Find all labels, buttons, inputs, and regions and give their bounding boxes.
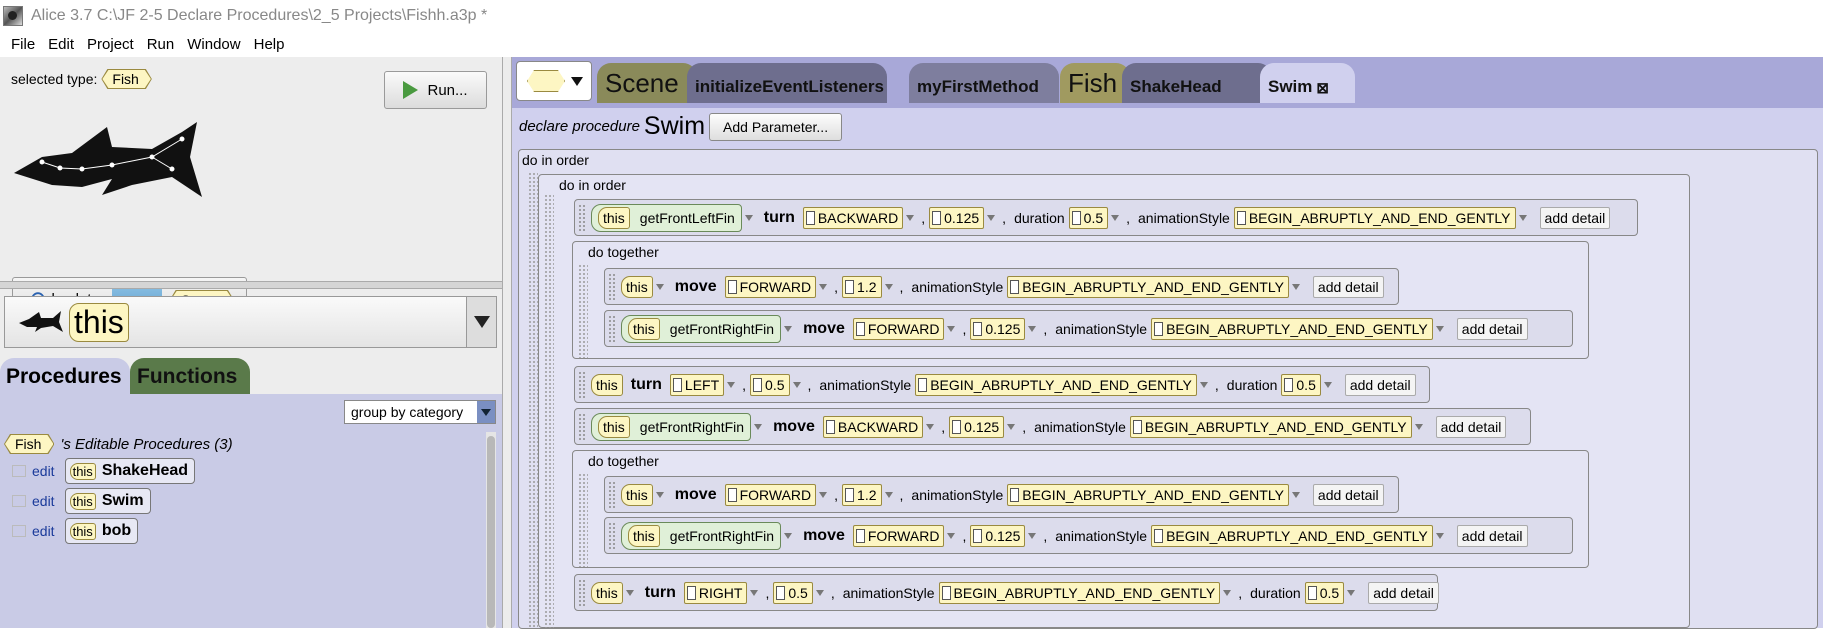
procedure-tile-swim[interactable]: this Swim: [64, 488, 151, 514]
tab-scene[interactable]: Scene: [597, 63, 697, 103]
procedure-editor: do in order do in order this getFrontLeft…: [512, 108, 1823, 629]
title-bar: Alice 3.7 C:\JF 2-5 Declare Procedures\2…: [0, 0, 1823, 31]
do-in-order-label: do in order: [522, 152, 589, 168]
do-together-label: do together: [588, 453, 659, 469]
menu-file[interactable]: File: [11, 36, 35, 53]
add-detail-button[interactable]: add detail: [1456, 317, 1528, 340]
statement-move-right-fin[interactable]: this getFrontRightFin move FORWARD, 0.125…: [604, 310, 1573, 347]
group-by-select[interactable]: group by category: [344, 400, 496, 424]
add-detail-button[interactable]: add detail: [1539, 206, 1611, 229]
add-detail-button[interactable]: add detail: [1344, 373, 1416, 396]
tab-functions[interactable]: Functions: [130, 358, 250, 394]
editable-type-tag: Fish: [5, 435, 53, 453]
add-detail-button[interactable]: add detail: [1368, 581, 1439, 604]
selected-type-label: selected type:: [11, 71, 98, 87]
statement-move-right-fin-backward[interactable]: this getFrontRightFin move BACKWARD, 0.12…: [574, 408, 1531, 445]
procedure-name: Swim: [643, 112, 706, 140]
statement-move-right-fin[interactable]: this getFrontRightFin move FORWARD, 0.125…: [604, 517, 1573, 554]
tab-fish[interactable]: Fish: [1060, 63, 1130, 103]
dropdown-arrow-icon: [571, 76, 583, 86]
splitter-horizontal[interactable]: [0, 281, 502, 289]
procedure-tile-shakehead[interactable]: this ShakeHead: [64, 458, 196, 484]
editable-procedures-header: Fish 's Editable Procedures (3): [4, 434, 233, 454]
declare-procedure-label: declare procedure: [519, 118, 640, 135]
procedure-row: edit this ShakeHead: [12, 458, 196, 484]
add-detail-button[interactable]: add detail: [1312, 483, 1384, 506]
selected-type: selected type: Fish: [11, 69, 152, 89]
statement-turn-right[interactable]: this turn RIGHT, 0.5, animationStyle BEG…: [574, 574, 1439, 611]
folder-icon: [12, 525, 26, 537]
splitter-vertical[interactable]: [502, 57, 512, 628]
menu-run[interactable]: Run: [147, 36, 175, 53]
run-label: Run...: [427, 81, 468, 99]
tab-initialize-event-listeners[interactable]: initializeEventListeners: [687, 63, 887, 103]
shark-icon: [19, 311, 63, 332]
add-detail-button[interactable]: add detail: [1435, 415, 1507, 438]
editable-header-text: 's Editable Procedures (3): [60, 435, 233, 453]
add-parameter-button[interactable]: Add Parameter...: [709, 112, 843, 141]
instance-dropdown-arrow[interactable]: [466, 297, 496, 347]
statement-turn-left[interactable]: this turn LEFT, 0.5, animationStyle BEGI…: [574, 366, 1430, 403]
type-hex-icon: [527, 70, 565, 92]
do-together-label: do together: [588, 244, 659, 260]
alice-app-icon: [3, 5, 23, 26]
menu-window[interactable]: Window: [187, 36, 240, 53]
statement-turn-left-fin[interactable]: this getFrontLeftFin turn BACKWARD, 0.125…: [574, 199, 1638, 236]
close-icon[interactable]: ⊠: [1316, 79, 1329, 97]
procedure-row: edit this Swim: [12, 488, 151, 514]
instance-selector[interactable]: this: [4, 296, 497, 348]
palette-tabs: Procedures Functions: [0, 358, 502, 394]
edit-link[interactable]: edit: [32, 493, 55, 509]
menu-help[interactable]: Help: [254, 36, 285, 53]
tab-shakehead[interactable]: ShakeHead: [1122, 63, 1272, 103]
statement-move-this[interactable]: this move FORWARD, 1.2, animationStyle B…: [604, 476, 1399, 513]
window-title: Alice 3.7 C:\JF 2-5 Declare Procedures\2…: [31, 6, 488, 24]
menu-project[interactable]: Project: [87, 36, 134, 53]
procedures-scrollbar[interactable]: [486, 432, 496, 628]
tab-swim[interactable]: Swim ⊠: [1260, 63, 1355, 103]
procedure-declaration: declare procedure Swim Add Parameter...: [519, 112, 843, 141]
left-pane: selected type: Fish Run... ↶ back to: Sc…: [0, 57, 502, 628]
select-arrow-icon[interactable]: [477, 401, 495, 423]
edit-link[interactable]: edit: [32, 523, 55, 539]
procedure-tile-bob[interactable]: this bob: [64, 518, 139, 544]
add-detail-button[interactable]: add detail: [1312, 275, 1384, 298]
menu-bar: File Edit Project Run Window Help: [0, 31, 1823, 57]
add-detail-button[interactable]: add detail: [1456, 524, 1528, 547]
play-icon: [403, 81, 419, 99]
group-by-value: group by category: [351, 404, 464, 420]
type-selector-button[interactable]: [516, 61, 592, 101]
this-label: this: [69, 302, 129, 342]
folder-icon: [12, 465, 26, 477]
tab-my-first-method[interactable]: myFirstMethod: [909, 63, 1059, 103]
procedures-panel: group by category Fish 's Editable Proce…: [0, 394, 502, 628]
menu-edit[interactable]: Edit: [48, 36, 74, 53]
edit-link[interactable]: edit: [32, 463, 55, 479]
run-button[interactable]: Run...: [384, 71, 487, 109]
statement-move-this[interactable]: this move FORWARD, 1.2, animationStyle B…: [604, 268, 1399, 305]
selected-type-tag: Fish: [102, 70, 150, 88]
shark-thumbnail: [14, 122, 202, 197]
procedure-row: edit this bob: [12, 518, 139, 544]
tab-procedures[interactable]: Procedures: [0, 358, 130, 394]
do-in-order-label: do in order: [559, 177, 626, 193]
folder-icon: [12, 495, 26, 507]
